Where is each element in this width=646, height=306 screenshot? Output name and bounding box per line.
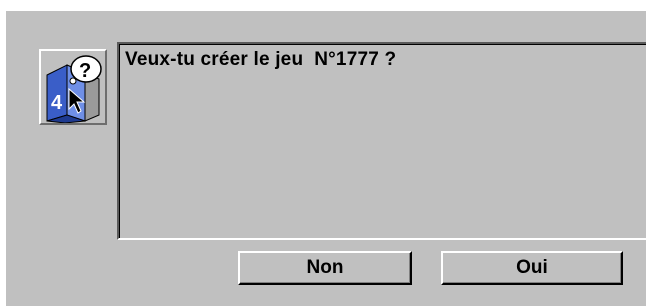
message-area: Veux-tu créer le jeu N°1777 ? bbox=[117, 42, 646, 240]
svg-text:?: ? bbox=[79, 60, 91, 82]
message-text: Veux-tu créer le jeu N°1777 ? bbox=[125, 49, 397, 70]
question-book-cursor-icon: 4 ? bbox=[39, 49, 107, 125]
yes-button[interactable]: Oui bbox=[441, 251, 623, 285]
no-button[interactable]: Non bbox=[238, 251, 412, 285]
svg-text:4: 4 bbox=[51, 92, 63, 114]
yes-button-label: Oui bbox=[516, 257, 548, 278]
confirm-dialog: 4 ? Veux-tu créer le jeu N°1777 ? Non Ou… bbox=[4, 9, 646, 306]
no-button-label: Non bbox=[306, 257, 344, 278]
